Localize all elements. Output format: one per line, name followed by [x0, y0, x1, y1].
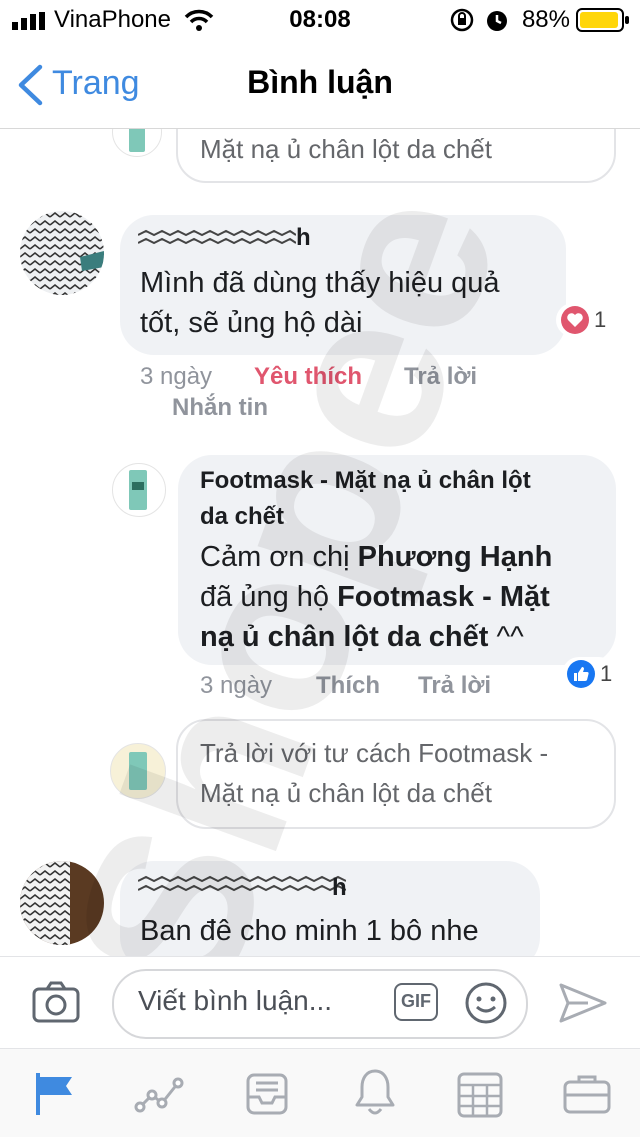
comment-placeholder: Viết bình luận...: [138, 985, 333, 1016]
tab-bar: [0, 1048, 640, 1137]
reply-text-part: đã ủng hộ: [200, 581, 338, 613]
comment-text: Ban đê cho minh 1 bô nhe: [140, 915, 479, 947]
page-title: Bình luận: [247, 64, 393, 100]
calendar-icon[interactable]: [456, 1069, 504, 1119]
reply-text-line3: nạ ủ chân lột da chết ^^: [200, 617, 524, 657]
battery-icon: [576, 8, 629, 32]
message-button[interactable]: Nhắn tin: [172, 394, 268, 422]
reply-bubble: Footmask - Mặt nạ ủ chân lột da chết Cảm…: [178, 455, 616, 665]
rotation-lock-icon: [450, 8, 474, 32]
avatar[interactable]: [20, 861, 104, 945]
comments-list: Mặt nạ ủ chân lột da chết h Mình đã dùng…: [0, 129, 640, 956]
reply-input-box[interactable]: Mặt nạ ủ chân lột da chết: [176, 129, 616, 183]
redacted-name-scribble: [138, 875, 346, 892]
reply-time: 3 ngày: [200, 672, 273, 699]
reaction-summary[interactable]: 1: [556, 303, 611, 337]
like-button[interactable]: Thích: [316, 672, 380, 700]
mentioned-page-cont[interactable]: nạ ủ chân lột da chết: [200, 621, 488, 653]
like-reaction-icon: [567, 660, 595, 688]
comment-bubble: h Ban đê cho minh 1 bô nhe: [120, 861, 540, 956]
page-avatar: [112, 129, 162, 157]
inbox-icon[interactable]: [244, 1071, 290, 1117]
reaction-summary[interactable]: 1: [562, 657, 617, 691]
page-name-line1[interactable]: Footmask - Mặt nạ ủ chân lột: [200, 463, 531, 499]
reply-as-page-input[interactable]: Trả lời với tư cách Footmask - Mặt nạ ủ …: [176, 719, 616, 829]
reply-box-text: Mặt nạ ủ chân lột da chết: [200, 134, 492, 164]
reply-as-line1: Trả lời với tư cách Footmask -: [200, 738, 549, 768]
camera-icon[interactable]: [32, 981, 80, 1023]
reply-text-part: Cảm ơn chị: [200, 541, 358, 573]
gif-button[interactable]: GIF: [394, 983, 438, 1021]
notifications-bell-icon[interactable]: [352, 1067, 398, 1119]
nav-bar: Trang Bình luận: [0, 40, 640, 129]
comment-bubble: h Mình đã dùng thấy hiệu quả tốt, sẽ ủng…: [120, 215, 566, 355]
commenter-name[interactable]: h: [296, 220, 311, 256]
mentioned-page[interactable]: Footmask - Mặt: [337, 581, 550, 613]
insights-icon[interactable]: [134, 1075, 186, 1115]
comment-time: 3 ngày: [140, 363, 213, 390]
mentioned-name[interactable]: Phương Hạnh: [358, 541, 553, 573]
emoji-icon[interactable]: [464, 981, 508, 1025]
reply-button[interactable]: Trả lời: [418, 672, 491, 700]
page-name-line2[interactable]: da chết: [200, 499, 284, 535]
reply-button[interactable]: Trả lời: [404, 363, 477, 391]
avatar[interactable]: [20, 211, 104, 295]
reply-text-line2: đã ủng hộ Footmask - Mặt: [200, 577, 550, 617]
reply-as-line2: Mặt nạ ủ chân lột da chết: [200, 778, 492, 808]
comment-input[interactable]: Viết bình luận... GIF: [112, 969, 528, 1039]
reaction-count: 1: [600, 661, 613, 686]
commenter-name[interactable]: h: [332, 870, 347, 906]
briefcase-icon[interactable]: [562, 1073, 612, 1115]
reaction-count: 1: [594, 307, 607, 332]
send-icon[interactable]: [558, 981, 608, 1025]
battery-percent: 88%: [521, 6, 570, 33]
like-button[interactable]: Yêu thích: [254, 363, 362, 391]
status-bar: VinaPhone 08:08 88%: [0, 0, 640, 40]
flag-icon[interactable]: [32, 1071, 76, 1117]
page-avatar: [110, 743, 166, 799]
alarm-icon: [487, 11, 507, 31]
comment-text-line2: tốt, sẽ ủng hộ dài: [140, 307, 363, 339]
avatar-pixelated-image: [20, 861, 70, 945]
redacted-name-scribble: [138, 229, 296, 245]
page-avatar[interactable]: [112, 463, 166, 517]
avatar-pixelated-image: [20, 211, 104, 295]
comment-composer: Viết bình luận... GIF: [0, 956, 640, 1049]
love-reaction-icon: [561, 306, 589, 334]
comment-text-line1: Mình đã dùng thấy hiệu quả: [140, 267, 500, 299]
reply-text-part: ^^: [488, 621, 524, 653]
reply-text-line1: Cảm ơn chị Phương Hạnh: [200, 537, 552, 577]
